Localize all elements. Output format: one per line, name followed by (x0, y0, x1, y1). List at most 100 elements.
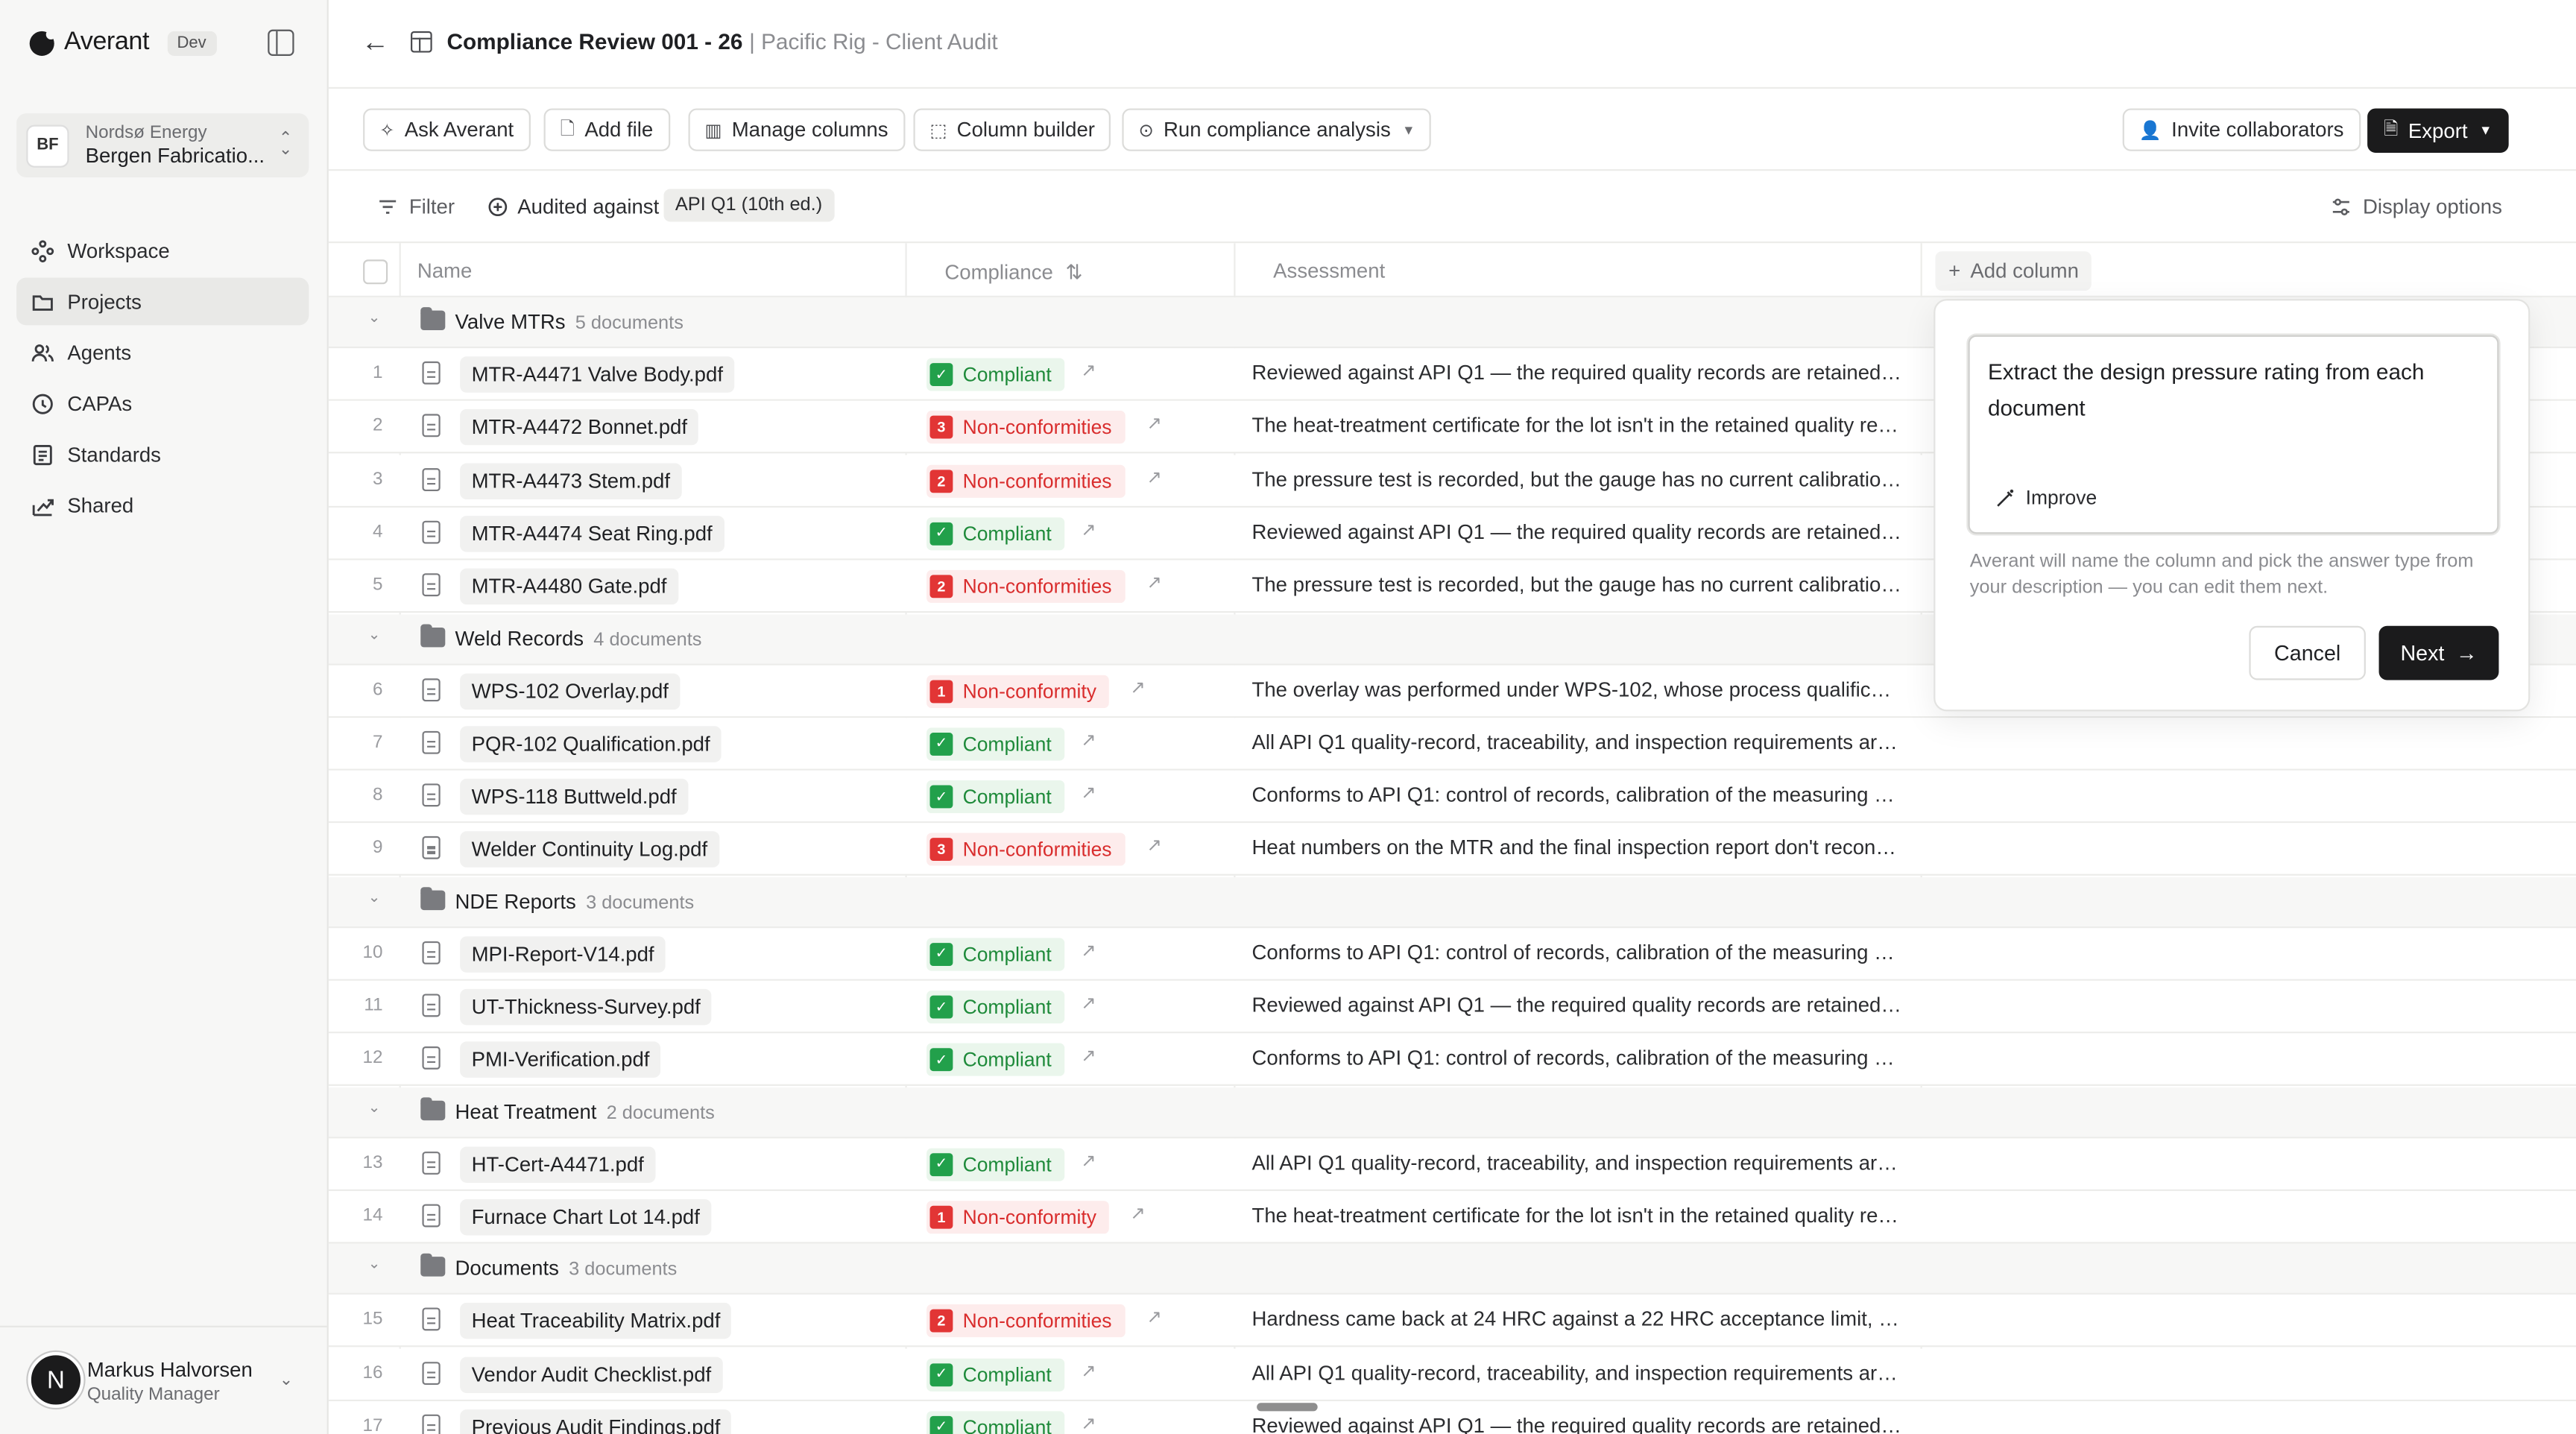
status-badge[interactable]: ✓ Compliant (926, 1357, 1065, 1391)
group-row[interactable]: ⌄ NDE Reports 3 documents (328, 876, 2576, 928)
column-header-assessment[interactable]: Assessment (1273, 259, 1385, 282)
standard-chip[interactable]: API Q1 (10th ed.) (663, 189, 834, 222)
invite-collaborators-button[interactable]: 👤 Invite collaborators (2122, 108, 2361, 151)
cancel-button[interactable]: Cancel (2249, 625, 2366, 680)
back-arrow-icon[interactable]: ← (362, 26, 389, 59)
open-link-icon[interactable]: ↗ (1146, 572, 1161, 593)
file-name-chip[interactable]: PQR-102 Qualification.pdf (460, 725, 722, 762)
file-name-chip[interactable]: WPS-118 Buttweld.pdf (460, 778, 689, 815)
file-name-chip[interactable]: WPS-102 Overlay.pdf (460, 672, 681, 710)
table-row[interactable]: 12 PMI-Verification.pdf ✓ Compliant ↗ Conform… (328, 1034, 2576, 1087)
status-badge[interactable]: ✓ Compliant (926, 937, 1065, 970)
group-row[interactable]: ⌄ Documents 3 documents (328, 1243, 2576, 1295)
table-row[interactable]: 9 Welder Continuity Log.pdf 3 Non-conformit… (328, 824, 2576, 876)
file-name-chip[interactable]: Vendor Audit Checklist.pdf (460, 1356, 723, 1392)
file-name-chip[interactable]: MTR-A4480 Gate.pdf (460, 569, 678, 605)
sidebar-item-shared[interactable]: Shared (16, 481, 309, 529)
file-name-chip[interactable]: Previous Audit Findings.pdf (460, 1409, 732, 1434)
file-name-chip[interactable]: PMI-Verification.pdf (460, 1042, 661, 1078)
open-link-icon[interactable]: ↗ (1081, 729, 1096, 750)
table-row[interactable]: 16 Vendor Audit Checklist.pdf ✓ Compliant ↗ A… (328, 1348, 2576, 1400)
add-file-button[interactable]: 🗋 Add file (543, 108, 670, 151)
open-link-icon[interactable]: ↗ (1130, 676, 1145, 697)
sort-icon[interactable]: ⇅ (1065, 261, 1082, 284)
open-link-icon[interactable]: ↗ (1081, 1412, 1096, 1433)
file-name-chip[interactable]: UT-Thickness-Survey.pdf (460, 988, 713, 1026)
status-badge[interactable]: ✓ Compliant (926, 1043, 1065, 1077)
filter-button[interactable]: Filter (378, 195, 455, 218)
open-link-icon[interactable]: ↗ (1081, 1045, 1096, 1067)
ask-averant-button[interactable]: ✧ Ask Averant (363, 108, 531, 151)
status-badge[interactable]: ✓ Compliant (926, 1410, 1065, 1434)
brand[interactable]: Averant Dev (29, 26, 216, 59)
open-link-icon[interactable]: ↗ (1146, 836, 1161, 856)
table-row[interactable]: 11 UT-Thickness-Survey.pdf ✓ Compliant ↗ Revi… (328, 980, 2576, 1034)
manage-columns-button[interactable]: ▥ Manage columns (688, 108, 905, 151)
sidebar-item-projects[interactable]: Projects (16, 277, 309, 326)
improve-button[interactable]: Improve (1995, 486, 2097, 509)
chevron-down-icon[interactable]: ⌄ (368, 888, 381, 906)
sidebar-item-standards[interactable]: Standards (16, 430, 309, 478)
status-badge[interactable]: ✓ Compliant (926, 517, 1065, 551)
status-badge[interactable]: 2 Non-conformities (926, 1304, 1126, 1338)
sidebar-toggle-icon[interactable] (268, 29, 294, 56)
next-button[interactable]: Next → (2378, 625, 2499, 680)
file-name-chip[interactable]: Welder Continuity Log.pdf (460, 832, 719, 868)
status-badge[interactable]: 1 Non-conformity (926, 1200, 1110, 1234)
open-link-icon[interactable]: ↗ (1146, 413, 1161, 434)
open-link-icon[interactable]: ↗ (1081, 939, 1096, 960)
export-button[interactable]: 🗎 Export ▼ (2367, 108, 2509, 153)
sidebar-item-workspace[interactable]: Workspace (16, 227, 309, 274)
file-name-chip[interactable]: MTR-A4473 Stem.pdf (460, 462, 682, 499)
org-switcher[interactable]: BF Nordsø Energy Bergen Fabricatio... ⌃ ⌄ (16, 113, 309, 178)
open-link-icon[interactable]: ↗ (1081, 360, 1096, 381)
status-badge[interactable]: 2 Non-conformities (926, 464, 1126, 497)
open-link-icon[interactable]: ↗ (1146, 466, 1161, 487)
open-link-icon[interactable]: ↗ (1146, 1307, 1161, 1327)
sidebar-item-agents[interactable]: Agents (16, 329, 309, 376)
status-badge[interactable]: ✓ Compliant (926, 1147, 1065, 1181)
file-name-chip[interactable]: MTR-A4474 Seat Ring.pdf (460, 515, 724, 552)
column-builder-button[interactable]: ⬚ Column builder (913, 108, 1112, 151)
sidebar-item-capas[interactable]: CAPAs (16, 379, 309, 427)
file-name-chip[interactable]: HT-Cert-A4471.pdf (460, 1146, 656, 1183)
column-header-name[interactable]: Name (417, 259, 472, 282)
status-badge[interactable]: 1 Non-conformity (926, 674, 1110, 707)
open-link-icon[interactable]: ↗ (1081, 519, 1096, 540)
chevron-down-icon[interactable]: ⌄ (368, 309, 381, 326)
status-badge[interactable]: ✓ Compliant (926, 358, 1065, 391)
file-name-chip[interactable]: Furnace Chart Lot 14.pdf (460, 1198, 712, 1236)
status-badge[interactable]: ✓ Compliant (926, 991, 1065, 1024)
open-link-icon[interactable]: ↗ (1081, 1149, 1096, 1170)
horizontal-scrollbar[interactable] (1257, 1403, 1318, 1412)
open-link-icon[interactable]: ↗ (1130, 1202, 1145, 1223)
user-menu[interactable]: N Markus Halvorsen Quality Manager ⌄ (0, 1325, 327, 1434)
group-row[interactable]: ⌄ Heat Treatment 2 documents (328, 1087, 2576, 1138)
table-row[interactable]: 8 WPS-118 Buttweld.pdf ✓ Compliant ↗ Conforms… (328, 770, 2576, 824)
display-options-button[interactable]: Display options (2332, 195, 2502, 218)
file-name-chip[interactable]: MTR-A4471 Valve Body.pdf (460, 356, 735, 393)
status-badge[interactable]: 3 Non-conformities (926, 411, 1126, 444)
chevron-down-icon[interactable]: ⌄ (368, 1255, 381, 1273)
status-badge[interactable]: ✓ Compliant (926, 780, 1065, 814)
select-all-checkbox[interactable] (363, 259, 388, 285)
column-header-compliance[interactable]: Compliance ⇅ (944, 259, 1082, 284)
file-name-chip[interactable]: MTR-A4472 Bonnet.pdf (460, 409, 699, 446)
file-name-chip[interactable]: MPI-Report-V14.pdf (460, 935, 666, 973)
open-link-icon[interactable]: ↗ (1081, 992, 1096, 1013)
run-compliance-analysis-button[interactable]: ⊙ Run compliance analysis ▼ (1122, 108, 1432, 151)
table-row[interactable]: 15 Heat Traceability Matrix.pdf 2 Non-confo… (328, 1295, 2576, 1348)
status-badge[interactable]: 3 Non-conformities (926, 833, 1126, 867)
open-link-icon[interactable]: ↗ (1081, 1359, 1096, 1380)
status-badge[interactable]: ✓ Compliant (926, 727, 1065, 761)
status-badge[interactable]: 2 Non-conformities (926, 570, 1126, 604)
chevron-down-icon[interactable]: ⌄ (368, 625, 381, 643)
column-description-input[interactable]: Extract the design pressure rating from … (1968, 335, 2499, 534)
table-row[interactable]: 7 PQR-102 Qualification.pdf ✓ Compliant ↗ All… (328, 717, 2576, 771)
open-link-icon[interactable]: ↗ (1081, 782, 1096, 803)
table-row[interactable]: 17 Previous Audit Findings.pdf ✓ Compliant ↗… (328, 1400, 2576, 1434)
file-name-chip[interactable]: Heat Traceability Matrix.pdf (460, 1303, 732, 1339)
table-row[interactable]: 13 HT-Cert-A4471.pdf ✓ Compliant ↗ All API Q1… (328, 1137, 2576, 1191)
chevron-down-icon[interactable]: ⌄ (368, 1099, 381, 1116)
table-row[interactable]: 10 MPI-Report-V14.pdf ✓ Compliant ↗ Conforms … (328, 927, 2576, 981)
